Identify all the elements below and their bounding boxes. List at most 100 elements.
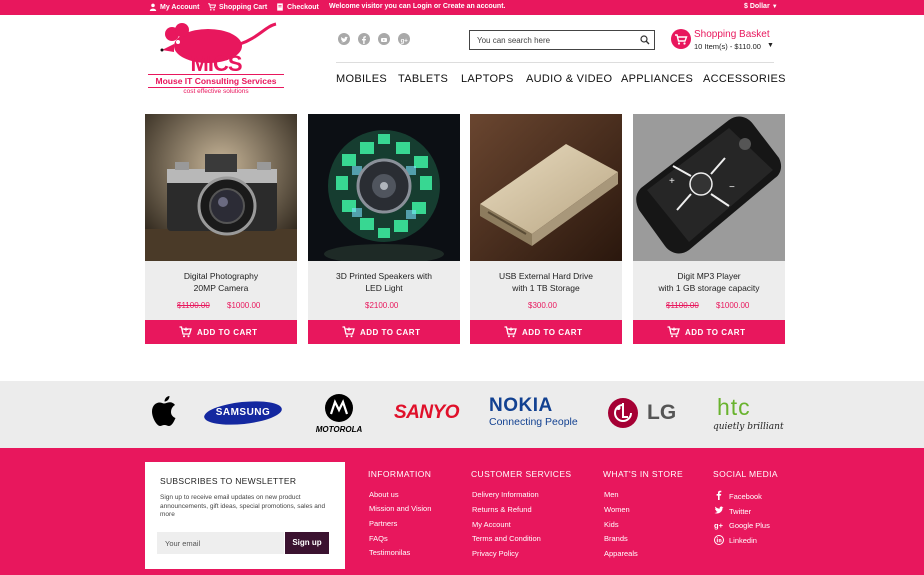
- product-subtitle[interactable]: 20MP Camera: [145, 283, 297, 293]
- nokia-logo[interactable]: NOKIA Connecting People: [489, 395, 579, 435]
- nav-item-laptops[interactable]: LAPTOPS: [461, 73, 514, 85]
- product-old-price: $1100.00: [177, 301, 210, 310]
- nokia-logo-text: NOKIA: [489, 395, 553, 416]
- chevron-down-icon: ▼: [771, 3, 778, 10]
- svg-text:g+: g+: [401, 38, 409, 44]
- currency-label: $ Dollar: [744, 3, 770, 10]
- nav-item-appliances[interactable]: APPLIANCES: [621, 73, 693, 85]
- product-card: 3D Printed Speakers with LED Light $2100…: [308, 114, 460, 344]
- footer-link[interactable]: FAQs: [369, 534, 388, 543]
- google-plus-icon[interactable]: g+: [398, 33, 410, 45]
- footer-link[interactable]: About us: [369, 490, 399, 499]
- newsletter-email-input[interactable]: [157, 532, 284, 554]
- product-title[interactable]: Digit MP3 Player: [633, 271, 785, 281]
- lg-logo-text: LG: [647, 401, 677, 424]
- footer-link[interactable]: Men: [604, 490, 619, 499]
- my-account-link[interactable]: My Account: [149, 3, 199, 11]
- footer-link[interactable]: Kids: [604, 520, 619, 529]
- footer-link[interactable]: Partners: [369, 519, 397, 528]
- footer-heading-social-media: SOCIAL MEDIA: [713, 469, 778, 479]
- product-price: $2100.00: [365, 301, 399, 310]
- search-icon[interactable]: [640, 35, 650, 45]
- svg-text:−: −: [729, 182, 735, 193]
- footer-link[interactable]: Delivery Information: [472, 490, 539, 499]
- footer-link[interactable]: Terms and Condition: [472, 534, 541, 543]
- product-title[interactable]: USB External Hard Drive: [470, 271, 622, 281]
- sanyo-logo[interactable]: SANYO: [394, 402, 460, 424]
- product-card: + − Digit MP3 Player with 1 GB storage c…: [633, 114, 785, 344]
- nav-item-tablets[interactable]: TABLETS: [398, 73, 448, 85]
- footer-link-google-plus[interactable]: Google Plus: [729, 521, 770, 530]
- product-old-price: $1100.00: [666, 301, 699, 310]
- basket-icon[interactable]: [671, 29, 691, 49]
- product-subtitle[interactable]: with 1 GB storage capacity: [633, 283, 785, 293]
- add-to-cart-button[interactable]: ADD TO CART: [308, 320, 460, 344]
- footer-link[interactable]: Women: [604, 505, 630, 514]
- apple-logo-icon[interactable]: [149, 394, 179, 428]
- add-to-cart-button[interactable]: ADD TO CART: [633, 320, 785, 344]
- samsung-logo[interactable]: SAMSUNG: [203, 399, 283, 427]
- linkedin-icon: [714, 535, 724, 545]
- motorola-logo-text: MOTOROLA: [315, 425, 363, 434]
- footer-heading-information: INFORMATION: [368, 469, 432, 479]
- product-image-camera[interactable]: [145, 114, 297, 261]
- site-logo[interactable]: MICS Mouse IT Consulting Services cost e…: [148, 22, 284, 98]
- checkout-icon: [277, 3, 283, 11]
- footer-link-facebook[interactable]: Facebook: [729, 492, 762, 501]
- cart-icon: [208, 3, 216, 11]
- youtube-icon[interactable]: [378, 33, 390, 45]
- product-info: Digital Photography 20MP Camera $1100.00…: [145, 261, 297, 320]
- product-subtitle[interactable]: LED Light: [308, 283, 460, 293]
- twitter-icon[interactable]: [338, 33, 350, 45]
- htc-logo-text: htc: [717, 394, 751, 420]
- nav-divider: [336, 62, 774, 63]
- product-image-mp3-player[interactable]: + −: [633, 114, 785, 261]
- nav-item-audio-video[interactable]: AUDIO & VIDEO: [526, 73, 612, 85]
- newsletter-description: Sign up to receive email updates on new …: [160, 494, 326, 518]
- basket-title[interactable]: Shopping Basket: [694, 29, 770, 40]
- search-input[interactable]: [470, 31, 630, 49]
- footer-link[interactable]: Brands: [604, 534, 628, 543]
- cart-icon: [504, 326, 517, 338]
- product-title[interactable]: 3D Printed Speakers with: [308, 271, 460, 281]
- lg-logo[interactable]: LG: [607, 396, 683, 430]
- add-to-cart-button[interactable]: ADD TO CART: [470, 320, 622, 344]
- samsung-logo-text: SAMSUNG: [215, 407, 271, 418]
- footer-link[interactable]: My Account: [472, 520, 511, 529]
- cart-icon: [179, 326, 192, 338]
- signup-button[interactable]: Sign up: [285, 532, 329, 554]
- footer-link[interactable]: Appareals: [604, 549, 638, 558]
- add-to-cart-button[interactable]: ADD TO CART: [145, 320, 297, 344]
- checkout-label: Checkout: [287, 3, 319, 11]
- nav-item-accessories[interactable]: ACCESSORIES: [703, 73, 786, 85]
- footer-link-twitter[interactable]: Twitter: [729, 507, 751, 516]
- product-title[interactable]: Digital Photography: [145, 271, 297, 281]
- product-subtitle[interactable]: with 1 TB Storage: [470, 283, 622, 293]
- chevron-down-icon[interactable]: ▼: [767, 42, 774, 49]
- footer-link[interactable]: Mission and Vision: [369, 504, 431, 513]
- top-bar: My Account Shopping Cart Checkout Welcom…: [0, 0, 924, 15]
- footer-link[interactable]: Testimonilas: [369, 548, 410, 557]
- footer-link[interactable]: Returns & Refund: [472, 505, 532, 514]
- footer-link-linkedin[interactable]: Linkedin: [729, 536, 757, 545]
- footer-link[interactable]: Privacy Policy: [472, 549, 519, 558]
- htc-logo[interactable]: htc quietly brilliant: [713, 394, 785, 438]
- nav-item-mobiles[interactable]: MOBILES: [336, 73, 387, 85]
- google-plus-icon: g+: [714, 521, 724, 530]
- product-image-speaker[interactable]: [308, 114, 460, 261]
- shopping-cart-link[interactable]: Shopping Cart: [208, 3, 267, 11]
- footer: SUBSCRIBES TO NEWSLETTER Sign up to rece…: [0, 448, 924, 575]
- currency-selector[interactable]: $ Dollar ▼: [744, 3, 778, 10]
- motorola-logo[interactable]: MOTOROLA: [308, 393, 370, 437]
- product-info: USB External Hard Drive with 1 TB Storag…: [470, 261, 622, 320]
- facebook-icon: [716, 490, 722, 500]
- product-image-hard-drive[interactable]: [470, 114, 622, 261]
- product-card: Digital Photography 20MP Camera $1100.00…: [145, 114, 297, 344]
- brand-strip: SAMSUNG MOTOROLA SANYO NOKIA Connecting …: [0, 381, 924, 448]
- basket-summary[interactable]: 10 Item(s) - $110.00: [694, 42, 761, 51]
- checkout-link[interactable]: Checkout: [276, 3, 319, 11]
- svg-text:g+: g+: [714, 521, 724, 530]
- cart-icon: [342, 326, 355, 338]
- facebook-icon[interactable]: [358, 33, 370, 45]
- user-icon: [149, 3, 157, 11]
